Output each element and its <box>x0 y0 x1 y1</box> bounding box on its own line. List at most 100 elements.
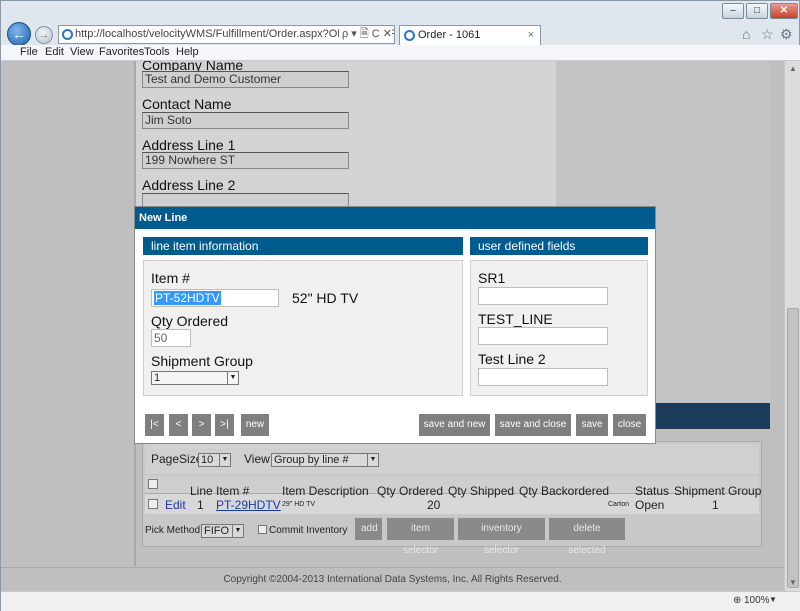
zoom-icon[interactable]: ⊕ <box>733 595 741 606</box>
shipment-group-label: Shipment Group <box>151 353 253 369</box>
dropdown-arrow-icon: ▼ <box>219 454 230 466</box>
minimize-button[interactable]: – <box>722 3 744 19</box>
maximize-button[interactable]: □ <box>746 3 768 19</box>
ie-page-icon <box>62 29 73 40</box>
udf-test-line-2-label: Test Line 2 <box>478 351 546 367</box>
col-header-item[interactable]: Item # <box>216 484 249 498</box>
row-line: 1 <box>197 498 204 512</box>
pick-method-value: FIFO <box>204 525 230 537</box>
address1-label: Address Line 1 <box>142 137 236 153</box>
tools-gear-icon[interactable]: ⚙ <box>780 26 793 43</box>
home-icon[interactable]: ⌂ <box>742 26 750 42</box>
row-qty-ordered: 20 <box>427 498 441 512</box>
row-item-link[interactable]: PT-29HDTV <box>216 498 281 512</box>
new-button[interactable]: new <box>241 414 269 436</box>
zoom-dropdown-icon[interactable]: ▼ <box>769 595 777 604</box>
ie-tab-icon <box>404 30 415 41</box>
pick-method-select[interactable]: FIFO ▼ <box>201 524 244 538</box>
udf-test-line-label: TEST_LINE <box>478 311 553 327</box>
row-edit-link[interactable]: Edit <box>165 498 186 512</box>
view-select[interactable]: Group by line # ▼ <box>271 453 379 467</box>
navigation-bar: ← → http://localhost/velocityWMS/Fulfill… <box>1 22 800 46</box>
nav-next-button[interactable]: > <box>192 414 211 436</box>
menu-help[interactable]: Help <box>176 46 199 58</box>
qty-ordered-input[interactable]: 50 <box>151 329 191 347</box>
vertical-scrollbar[interactable]: ▲ ▼ <box>784 61 800 591</box>
col-header-line[interactable]: Line <box>190 484 213 498</box>
save-and-new-button[interactable]: save and new <box>419 414 490 436</box>
view-label: View <box>244 452 270 466</box>
address-bar[interactable]: http://localhost/velocityWMS/Fulfillment… <box>58 25 395 44</box>
udf-section-header: user defined fields <box>470 237 648 255</box>
favorites-star-icon[interactable]: ☆ <box>761 26 774 43</box>
dialog-title: New Line <box>135 207 655 229</box>
back-button[interactable]: ← <box>7 22 31 46</box>
nav-prev-button[interactable]: < <box>169 414 188 436</box>
nav-first-button[interactable]: |< <box>145 414 164 436</box>
address1-field[interactable]: 199 Nowhere ST <box>142 152 349 169</box>
item-selector-button[interactable]: item selector <box>387 518 454 556</box>
delete-selected-button[interactable]: delete selected <box>549 518 625 556</box>
row-status: Open <box>635 498 665 512</box>
scroll-thumb[interactable] <box>787 308 799 588</box>
close-window-button[interactable]: ✕ <box>770 3 798 19</box>
scroll-down-icon[interactable]: ▼ <box>787 577 799 589</box>
dropdown-arrow-icon: ▼ <box>232 525 243 537</box>
save-and-close-button[interactable]: save and close <box>495 414 571 436</box>
col-header-description[interactable]: Item Description <box>282 484 369 498</box>
item-input-value: PT-52HDTV <box>154 291 221 305</box>
company-name-field[interactable]: Test and Demo Customer <box>142 71 349 88</box>
commit-inventory-checkbox[interactable] <box>258 525 267 534</box>
row-shipment-group: 1 <box>712 498 719 512</box>
menu-favorites[interactable]: Favorites <box>99 46 144 58</box>
browser-window: – □ ✕ ← → http://localhost/velocityWMS/F… <box>0 0 800 611</box>
menu-tools[interactable]: Tools <box>144 46 170 58</box>
pagesize-label: PageSize <box>151 452 203 466</box>
page-footer: Copyright ©2004-2013 International Data … <box>1 567 784 591</box>
row-uom: Carton <box>608 501 630 508</box>
menu-file[interactable]: File <box>20 46 38 58</box>
item-label: Item # <box>151 270 190 286</box>
col-header-qty-ordered[interactable]: Qty Ordered <box>377 484 443 498</box>
contact-name-label: Contact Name <box>142 96 232 112</box>
close-button[interactable]: close <box>613 414 646 436</box>
udf-sr1-label: SR1 <box>478 270 506 286</box>
address-bar-icons[interactable]: ρ ▾ 🗎 C ✕ <box>338 26 392 43</box>
address2-label: Address Line 2 <box>142 177 236 193</box>
menu-bar: File Edit View Favorites Tools Help <box>1 45 800 61</box>
col-header-qty-backordered[interactable]: Qty Backordered <box>519 484 609 498</box>
udf-test-line-2-input[interactable] <box>478 368 608 386</box>
line-item-section-header: line item information <box>143 237 463 255</box>
qty-ordered-label: Qty Ordered <box>151 313 229 329</box>
forward-button[interactable]: → <box>35 26 53 44</box>
tab-close-icon[interactable]: × <box>528 26 534 45</box>
new-line-dialog: New Line line item information user defi… <box>134 206 656 444</box>
title-bar: – □ ✕ <box>1 1 800 23</box>
dropdown-arrow-icon: ▼ <box>367 454 378 466</box>
menu-view[interactable]: View <box>70 46 94 58</box>
col-header-status[interactable]: Status <box>635 484 669 498</box>
menu-edit[interactable]: Edit <box>45 46 64 58</box>
nav-last-button[interactable]: >| <box>215 414 234 436</box>
status-bar: ⊕ 100% ▼ <box>1 591 800 611</box>
save-button[interactable]: save <box>576 414 608 436</box>
udf-sr1-input[interactable] <box>478 287 608 305</box>
pagesize-select[interactable]: 10 ▼ <box>198 453 231 467</box>
pick-method-label: Pick Method <box>145 525 201 536</box>
col-header-shipment-group[interactable]: Shipment Group <box>674 484 761 498</box>
add-button[interactable]: add <box>355 518 382 540</box>
contact-name-field[interactable]: Jim Soto <box>142 112 349 129</box>
col-header-qty-shipped[interactable]: Qty Shipped <box>448 484 514 498</box>
udf-test-line-input[interactable] <box>478 327 608 345</box>
zoom-level[interactable]: 100% <box>744 595 770 606</box>
tab-order[interactable]: Order - 1061 × <box>399 25 541 45</box>
shipment-group-select[interactable]: 1 ▼ <box>151 371 239 385</box>
item-input[interactable]: PT-52HDTV <box>151 289 279 307</box>
shipment-group-value: 1 <box>154 372 161 384</box>
item-description: 52" HD TV <box>292 290 359 306</box>
select-all-checkbox[interactable] <box>148 479 158 489</box>
inventory-selector-button[interactable]: inventory selector <box>458 518 545 556</box>
pagesize-value: 10 <box>201 454 214 466</box>
row-checkbox[interactable] <box>148 499 158 509</box>
scroll-up-icon[interactable]: ▲ <box>787 63 799 75</box>
